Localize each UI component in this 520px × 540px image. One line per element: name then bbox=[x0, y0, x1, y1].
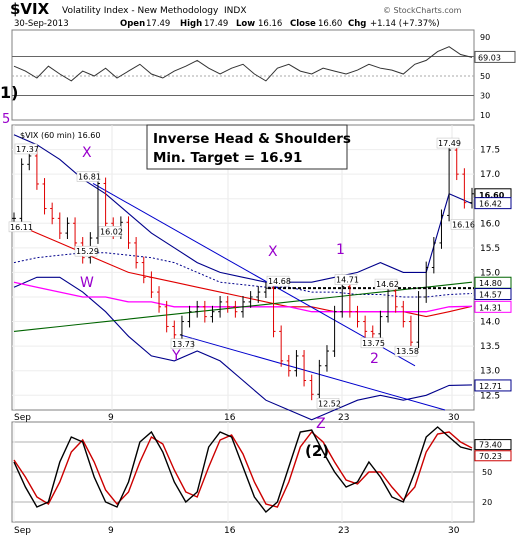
point-label: 17.49 bbox=[438, 139, 461, 148]
low-label: Low bbox=[236, 19, 255, 29]
price-y-tick: 13.0 bbox=[480, 367, 500, 377]
rsi-value-label: 69.03 bbox=[478, 53, 501, 62]
stoch-x-tick: Sep bbox=[14, 526, 31, 536]
point-label: 13.58 bbox=[396, 347, 419, 356]
date: 30-Sep-2013 bbox=[14, 19, 69, 29]
point-label: 14.62 bbox=[376, 280, 399, 289]
point-label: 16.16 bbox=[452, 220, 475, 229]
point-label: 16.81 bbox=[78, 172, 101, 181]
price-legend: $VIX (60 min) 16.60 bbox=[20, 131, 100, 140]
stoch-tick: 20 bbox=[482, 498, 492, 507]
price-x-tick: 9 bbox=[108, 413, 114, 423]
rsi-tick: 90 bbox=[480, 33, 490, 42]
annotation-line2: Min. Target = 16.91 bbox=[153, 150, 302, 166]
price-right-label: 14.80 bbox=[479, 279, 502, 288]
annotation-box: Inverse Head & Shoulders Min. Target = 1… bbox=[146, 124, 351, 170]
open-label: Open bbox=[120, 19, 145, 29]
rsi-panel bbox=[11, 29, 475, 121]
point-label: 17.37 bbox=[16, 145, 39, 154]
point-label: 16.11 bbox=[10, 223, 33, 232]
stoch-x-tick: 30 bbox=[448, 526, 460, 536]
wave-label-1-paren: 1) bbox=[0, 83, 18, 102]
stoch-tick: 50 bbox=[482, 468, 492, 477]
watermark: © StockCharts.com bbox=[383, 6, 462, 15]
wave-label-z: Z bbox=[316, 416, 326, 432]
point-label: 14.68 bbox=[268, 277, 291, 286]
price-x-tick: 16 bbox=[224, 413, 236, 423]
price-y-tick: 15.5 bbox=[480, 244, 500, 254]
stoch-x-tick: 9 bbox=[108, 526, 114, 536]
high-label: High bbox=[180, 19, 202, 29]
symbol: $VIX bbox=[10, 0, 50, 18]
point-label: 15.29 bbox=[76, 247, 99, 256]
chg-label: Chg bbox=[348, 19, 366, 29]
price-right-label: 12.71 bbox=[479, 382, 502, 391]
wave-label-2-paren: (2) bbox=[305, 442, 329, 460]
low-value: 16.16 bbox=[258, 19, 282, 29]
price-right-label: 14.31 bbox=[479, 303, 502, 312]
wave-label-x-1: X bbox=[82, 145, 92, 161]
rsi-tick: 10 bbox=[480, 111, 490, 120]
price-y-tick: 12.5 bbox=[480, 391, 500, 401]
price-y-tick: 17.5 bbox=[480, 146, 500, 156]
price-y-tick: 13.5 bbox=[480, 342, 500, 352]
point-label: 12.52 bbox=[318, 399, 341, 408]
point-label: 14.71 bbox=[336, 276, 359, 285]
stoch-right-label: 73.40 bbox=[479, 441, 502, 450]
rsi-tick: 50 bbox=[480, 72, 490, 81]
close-value: 16.60 bbox=[318, 19, 342, 29]
annotation-line1: Inverse Head & Shoulders bbox=[153, 131, 351, 147]
wave-label-2: 2 bbox=[370, 351, 379, 367]
wave-label-1: 1 bbox=[336, 242, 345, 258]
point-label: 13.75 bbox=[362, 339, 385, 348]
wave-label-x-2: X bbox=[268, 244, 278, 260]
price-right-label: 16.42 bbox=[479, 200, 502, 209]
price-x-tick: 30 bbox=[448, 413, 460, 423]
stoch-x-tick: 16 bbox=[224, 526, 236, 536]
price-y-tick: 16.0 bbox=[480, 219, 500, 229]
wave-label-5: 5 bbox=[2, 112, 10, 127]
price-y-tick: 17.0 bbox=[480, 170, 500, 180]
wave-label-y: Y bbox=[171, 348, 181, 364]
close-label: Close bbox=[290, 19, 316, 29]
chg-value: +1.14 (+7.37%) bbox=[370, 19, 440, 29]
wave-label-w: W bbox=[80, 275, 94, 291]
price-y-tick: 14.0 bbox=[480, 318, 500, 328]
open-value: 17.49 bbox=[146, 19, 170, 29]
index-name: Volatility Index - New Methodology bbox=[62, 6, 219, 16]
price-x-tick: Sep bbox=[14, 413, 31, 423]
rsi-tick: 30 bbox=[480, 92, 490, 101]
exchange: INDX bbox=[224, 6, 246, 16]
vix-chart: $VIX Volatility Index - New Methodology … bbox=[0, 0, 516, 536]
stoch-x-tick: 23 bbox=[338, 526, 349, 536]
price-right-label: 14.57 bbox=[479, 291, 502, 300]
price-x-tick: 23 bbox=[338, 413, 349, 423]
high-value: 17.49 bbox=[204, 19, 228, 29]
stoch-right-label: 70.23 bbox=[479, 452, 502, 461]
point-label: 16.02 bbox=[100, 227, 123, 236]
